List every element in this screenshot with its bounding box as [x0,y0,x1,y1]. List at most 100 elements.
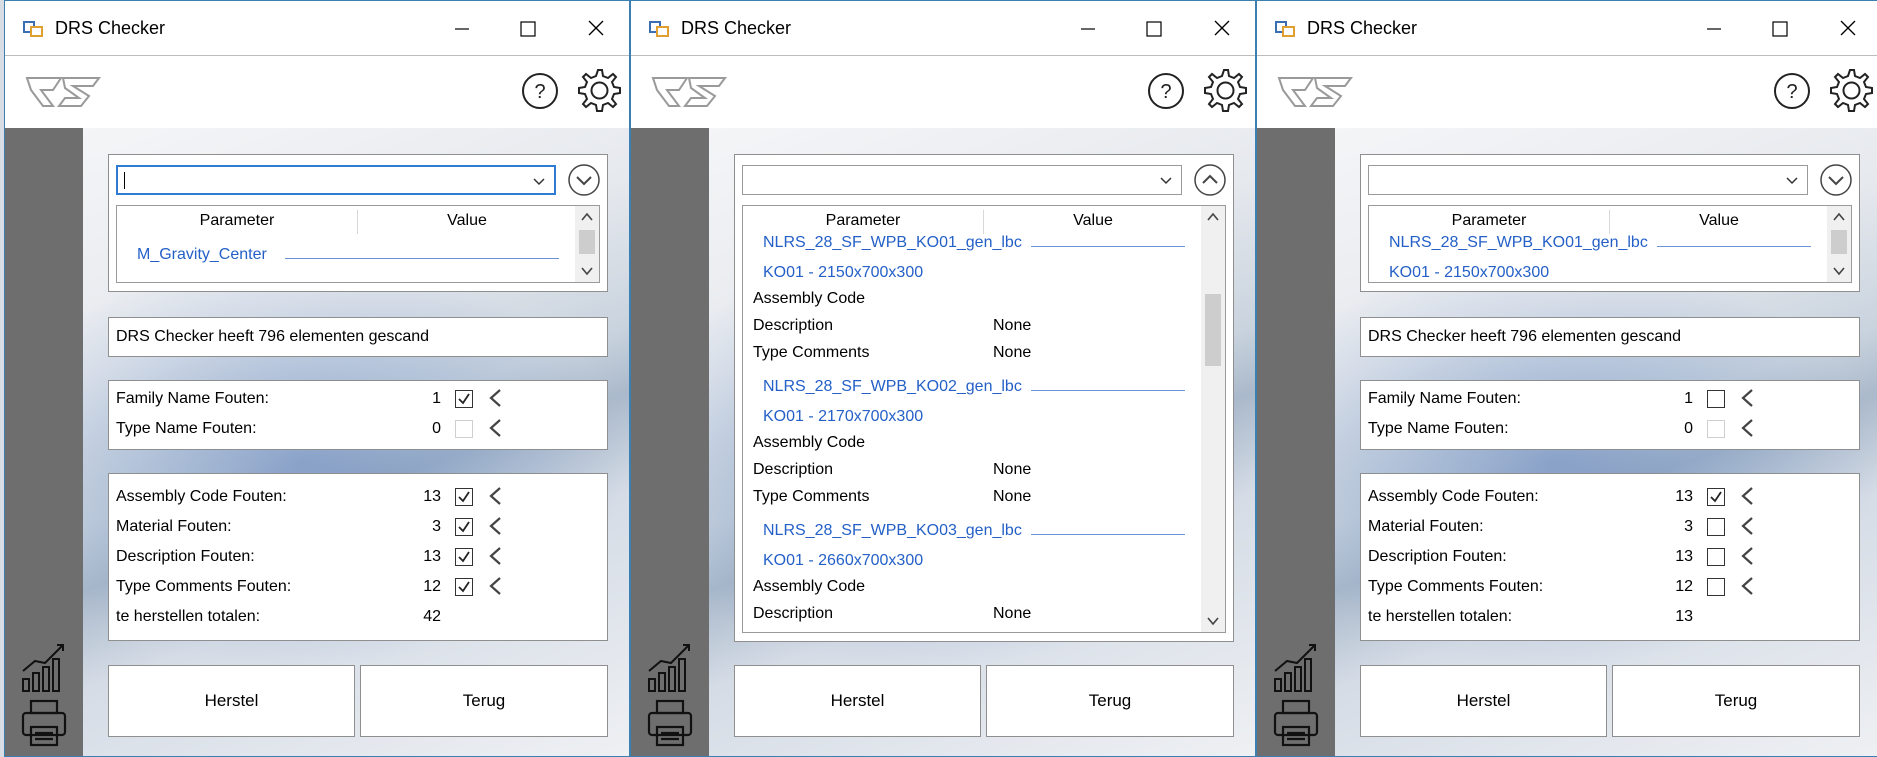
scroll-up-icon[interactable] [1207,212,1219,222]
parameter-grid: Parameter Value NLRS_28_SF_WPB_KO01_gen_… [1368,205,1852,283]
vertical-scrollbar[interactable] [1201,206,1225,632]
chevron-left-icon[interactable] [1739,486,1755,506]
status-text: DRS Checker heeft 796 elementen gescand [116,328,430,345]
group-line [1031,246,1185,247]
chevron-left-icon[interactable] [1739,576,1755,596]
element-dropdown[interactable] [116,165,556,195]
vertical-scrollbar[interactable] [1827,206,1851,282]
element-dropdown[interactable] [1368,165,1808,195]
param-value: None [993,488,1032,505]
scroll-down-icon[interactable] [1207,616,1219,626]
logo-icon [651,77,727,107]
column-header-value[interactable]: Value [357,206,577,236]
type-comments-count: 12 [423,578,441,595]
window-title: DRS Checker [681,18,792,38]
chevron-left-icon[interactable] [487,546,503,566]
herstel-button[interactable]: Herstel [1360,665,1607,737]
type-row[interactable]: KO01 - 2150x700x300 [763,264,923,282]
herstel-button[interactable]: Herstel [108,665,355,737]
chevron-left-icon[interactable] [1739,388,1755,408]
minimize-button[interactable] [441,15,481,43]
logo-icon [25,77,101,107]
description-checkbox[interactable] [1707,548,1725,566]
column-header-parameter[interactable]: Parameter [743,206,983,236]
group-row[interactable]: NLRS_28_SF_WPB_KO01_gen_lbc [763,234,1022,252]
scroll-thumb[interactable] [1831,230,1847,254]
parameter-panel: Parameter Value NLRS_28_SF_WPB_KO01_gen_… [1360,154,1860,292]
gear-icon[interactable] [1825,66,1875,116]
expand-button[interactable] [1819,163,1853,197]
param-value: None [993,605,1032,622]
param-value: None [993,461,1032,478]
description-label: Description Fouten: [116,548,255,565]
minimize-button[interactable] [1067,15,1107,43]
group-row[interactable]: NLRS_28_SF_WPB_KO02_gen_lbc [763,378,1022,396]
gear-icon[interactable] [573,66,623,116]
terug-button[interactable]: Terug [360,665,608,737]
app-icon [649,21,669,37]
maximize-button[interactable] [507,15,547,43]
scroll-thumb[interactable] [579,230,595,254]
minimize-button[interactable] [1693,15,1733,43]
param-name: Description [753,605,834,622]
terug-button[interactable]: Terug [1612,665,1860,737]
gear-icon[interactable] [1199,66,1249,116]
printer-icon[interactable] [1271,697,1321,749]
help-icon[interactable]: ? [521,72,559,110]
family-name-checkbox[interactable] [455,390,473,408]
chevron-left-icon[interactable] [1739,546,1755,566]
type-row[interactable]: KO01 - 2150x700x300 [1389,264,1549,282]
column-header-value[interactable]: Value [983,206,1203,236]
column-header-value[interactable]: Value [1609,206,1829,236]
chevron-left-icon[interactable] [487,516,503,536]
assembly-code-checkbox[interactable] [1707,488,1725,506]
chart-icon[interactable] [645,641,695,693]
scroll-thumb[interactable] [1205,294,1221,366]
chevron-left-icon[interactable] [487,486,503,506]
total-count: 13 [1675,608,1693,625]
maximize-button[interactable] [1759,15,1799,43]
family-name-checkbox[interactable] [1707,390,1725,408]
toolbar: ? [5,55,629,129]
group-row[interactable]: NLRS_28_SF_WPB_KO03_gen_lbc [763,522,1022,540]
scroll-up-icon[interactable] [581,212,593,222]
element-dropdown[interactable] [742,165,1182,195]
chart-icon[interactable] [1271,641,1321,693]
type-comments-checkbox[interactable] [1707,578,1725,596]
assembly-code-count: 13 [423,488,441,505]
scroll-down-icon[interactable] [581,266,593,276]
group-row[interactable]: M_Gravity_Center [137,246,267,264]
printer-icon[interactable] [645,697,695,749]
herstel-button[interactable]: Herstel [734,665,981,737]
param-name: Type Comments [753,344,870,361]
chevron-left-icon[interactable] [1739,516,1755,536]
close-button[interactable] [1827,15,1867,43]
type-comments-checkbox[interactable] [455,578,473,596]
chevron-left-icon[interactable] [1739,418,1755,438]
collapse-button[interactable] [1193,163,1227,197]
terug-button[interactable]: Terug [986,665,1234,737]
close-button[interactable] [1201,15,1241,43]
vertical-scrollbar[interactable] [575,206,599,282]
help-icon[interactable]: ? [1147,72,1185,110]
scroll-up-icon[interactable] [1833,212,1845,222]
description-checkbox[interactable] [455,548,473,566]
maximize-button[interactable] [1133,15,1173,43]
column-header-parameter[interactable]: Parameter [1369,206,1609,236]
type-row[interactable]: KO01 - 2170x700x300 [763,408,923,426]
group-row[interactable]: NLRS_28_SF_WPB_KO01_gen_lbc [1389,234,1648,252]
column-header-parameter[interactable]: Parameter [117,206,357,236]
assembly-code-checkbox[interactable] [455,488,473,506]
printer-icon[interactable] [19,697,69,749]
chevron-left-icon[interactable] [487,388,503,408]
help-icon[interactable]: ? [1773,72,1811,110]
material-checkbox[interactable] [1707,518,1725,536]
expand-button[interactable] [567,163,601,197]
chart-icon[interactable] [19,641,69,693]
close-button[interactable] [575,15,615,43]
material-checkbox[interactable] [455,518,473,536]
chevron-left-icon[interactable] [487,418,503,438]
chevron-left-icon[interactable] [487,576,503,596]
scroll-down-icon[interactable] [1833,266,1845,276]
type-row[interactable]: KO01 - 2660x700x300 [763,552,923,570]
